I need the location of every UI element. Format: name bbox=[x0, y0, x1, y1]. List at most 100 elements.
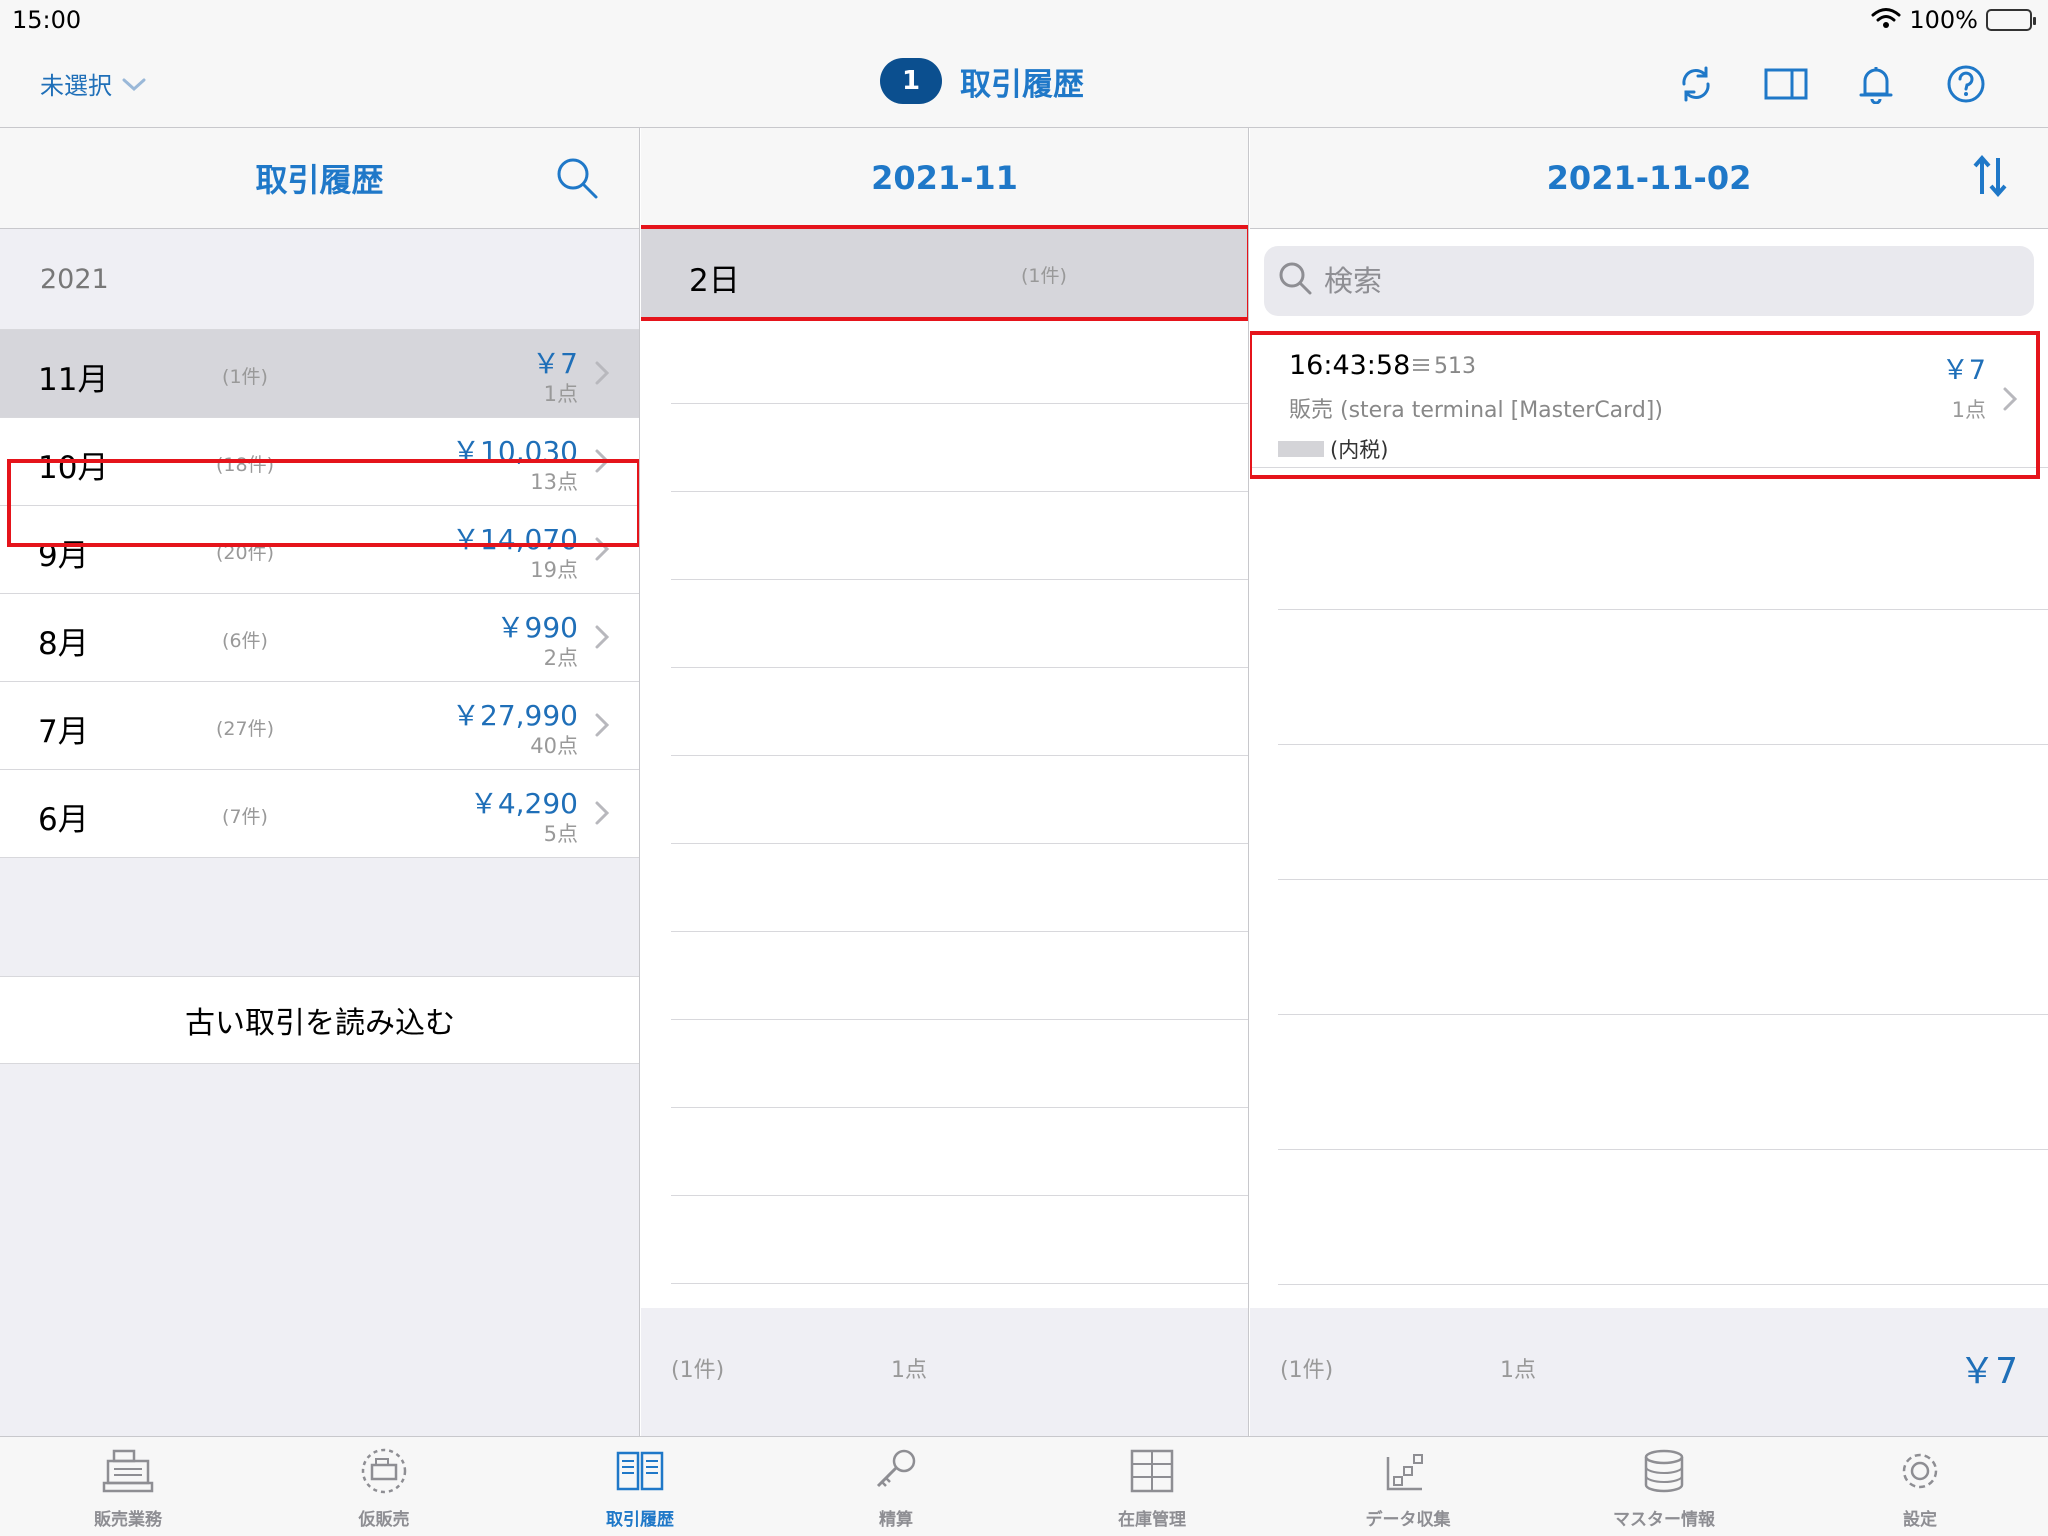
store-select-label: 未選択 bbox=[40, 72, 112, 100]
months-panel-header: 取引履歴 bbox=[0, 128, 639, 229]
month-row[interactable]: 9月 (20件) ￥14,070 19点 bbox=[0, 506, 639, 594]
search-input[interactable] bbox=[1324, 264, 2004, 298]
redacted-customer bbox=[1278, 441, 1324, 457]
row-separator bbox=[1278, 879, 2048, 880]
key-icon bbox=[870, 1447, 922, 1499]
receipt-lines-icon bbox=[1412, 354, 1430, 379]
tab-key[interactable]: 精算 bbox=[768, 1437, 1024, 1536]
register-icon bbox=[102, 1447, 154, 1499]
transaction-payment: 販売 (stera terminal [MasterCard]) bbox=[1289, 398, 1663, 423]
footer-count: (1件) bbox=[1280, 1358, 1334, 1383]
month-row[interactable]: 7月 (27件) ￥27,990 40点 bbox=[0, 682, 639, 770]
transaction-row[interactable]: 16:43:58 513 ￥7 販売 (stera terminal [Mast… bbox=[1250, 334, 2048, 468]
month-row[interactable]: 10月 (18件) ￥10,030 13点 bbox=[0, 418, 639, 506]
day-row[interactable]: 2日 (1件) bbox=[641, 229, 1248, 317]
load-old-transactions-button[interactable]: 古い取引を読み込む bbox=[0, 976, 639, 1064]
month-count: (27件) bbox=[215, 718, 274, 740]
tab-label: 在庫管理 bbox=[1118, 1510, 1186, 1530]
chevron-right-icon bbox=[2002, 386, 2018, 416]
refresh-icon[interactable] bbox=[1674, 62, 1718, 106]
pending-count-badge[interactable]: 1 bbox=[880, 58, 942, 104]
row-separator bbox=[1278, 1284, 2048, 1285]
nav-bar: 未選択 1 取引履歴 bbox=[0, 40, 2048, 128]
row-separator bbox=[671, 931, 1248, 932]
row-separator bbox=[671, 1019, 1248, 1020]
month-list: 11月 (1件) ￥7 1点 10月 (18件) ￥10,030 13点 9月 (20件) ￥14,… bbox=[0, 329, 639, 858]
month-amount: ￥10,030 bbox=[452, 435, 578, 468]
months-panel-title: 取引履歴 bbox=[255, 161, 384, 199]
months-panel: 取引履歴 2021 11月 (1件) ￥7 1点 10月 (18件) ￥10,030 13点 9… bbox=[0, 128, 640, 1436]
search-icon bbox=[1278, 261, 1312, 302]
day-count: (1件) bbox=[1021, 265, 1067, 287]
status-time: 15:00 bbox=[12, 6, 82, 34]
row-separator bbox=[1278, 744, 2048, 745]
month-amount: ￥14,070 bbox=[452, 523, 578, 556]
month-amount: ￥7 bbox=[532, 347, 578, 380]
footer-points: 1点 bbox=[1500, 1358, 1536, 1383]
tab-label: マスター情報 bbox=[1613, 1510, 1715, 1530]
temp-register-icon bbox=[358, 1447, 410, 1499]
row-separator bbox=[671, 1107, 1248, 1108]
month-row[interactable]: 8月 (6件) ￥990 2点 bbox=[0, 594, 639, 682]
month-points: 40点 bbox=[530, 734, 578, 758]
tab-data-collection[interactable]: データ収集 bbox=[1280, 1437, 1536, 1536]
row-separator bbox=[671, 843, 1248, 844]
tab-inventory-cabinet[interactable]: 在庫管理 bbox=[1024, 1437, 1280, 1536]
tab-bar: 販売業務 仮販売 取引履歴 精算 在庫管理 データ収集 マスター情報 設定 bbox=[0, 1436, 2048, 1536]
month-count: (6件) bbox=[222, 630, 268, 652]
row-separator bbox=[671, 667, 1248, 668]
tab-database[interactable]: マスター情報 bbox=[1536, 1437, 1792, 1536]
page-title: 取引履歴 bbox=[960, 66, 1084, 103]
split-view-icon[interactable] bbox=[1764, 62, 1808, 106]
tab-label: 販売業務 bbox=[94, 1510, 162, 1530]
month-amount: ￥990 bbox=[496, 611, 578, 644]
history-book-icon bbox=[614, 1447, 666, 1499]
chevron-right-icon bbox=[594, 800, 610, 830]
month-points: 5点 bbox=[543, 822, 578, 846]
days-panel-header: 2021-11 bbox=[641, 128, 1248, 229]
transaction-number: 513 bbox=[1412, 354, 1476, 379]
chevron-right-icon bbox=[594, 624, 610, 654]
month-label: 6月 bbox=[38, 802, 89, 838]
help-icon[interactable] bbox=[1944, 62, 1988, 106]
row-separator bbox=[671, 1283, 1248, 1284]
transaction-tax: (内税) bbox=[1278, 434, 1388, 464]
month-points: 13点 bbox=[530, 470, 578, 494]
year-section-header: 2021 bbox=[40, 264, 109, 295]
month-row[interactable]: 6月 (7件) ￥4,290 5点 bbox=[0, 770, 639, 858]
sort-icon[interactable] bbox=[1972, 154, 2008, 202]
battery-icon bbox=[1986, 9, 2036, 31]
month-label: 9月 bbox=[38, 538, 89, 574]
tab-temp-register[interactable]: 仮販売 bbox=[256, 1437, 512, 1536]
bell-icon[interactable] bbox=[1854, 62, 1898, 106]
status-bar: 15:00 100% bbox=[0, 0, 2048, 40]
tab-label: 仮販売 bbox=[358, 1510, 410, 1530]
tab-register[interactable]: 販売業務 bbox=[0, 1437, 256, 1536]
month-amount: ￥4,290 bbox=[469, 787, 578, 820]
chevron-right-icon bbox=[594, 712, 610, 742]
transactions-panel-header: 2021-11-02 bbox=[1250, 128, 2048, 229]
row-separator bbox=[671, 491, 1248, 492]
transaction-points: 1点 bbox=[1951, 398, 1986, 422]
chevron-right-icon bbox=[594, 360, 610, 390]
month-label: 7月 bbox=[38, 714, 89, 750]
footer-total: ￥7 bbox=[1959, 1351, 2018, 1392]
row-separator bbox=[1278, 1149, 2048, 1150]
search-field[interactable] bbox=[1264, 246, 2034, 316]
month-points: 1点 bbox=[543, 382, 578, 406]
tab-gear[interactable]: 設定 bbox=[1792, 1437, 2048, 1536]
transaction-number-value: 513 bbox=[1434, 354, 1476, 379]
day-label: 2日 bbox=[689, 263, 740, 299]
month-count: (7件) bbox=[222, 806, 268, 828]
month-row[interactable]: 11月 (1件) ￥7 1点 bbox=[0, 330, 639, 418]
tab-history-book[interactable]: 取引履歴 bbox=[512, 1437, 768, 1536]
transactions-panel: 2021-11-02 16:43:58 bbox=[1250, 128, 2048, 1436]
database-icon bbox=[1638, 1447, 1690, 1499]
search-icon[interactable] bbox=[555, 156, 599, 204]
tab-label: データ収集 bbox=[1365, 1510, 1451, 1530]
days-panel-footer: (1件) 1点 bbox=[641, 1308, 1248, 1436]
month-label: 10月 bbox=[38, 450, 109, 486]
store-select-button[interactable]: 未選択 bbox=[40, 66, 146, 101]
footer-points: 1点 bbox=[891, 1358, 927, 1383]
status-right: 100% bbox=[1871, 6, 2036, 34]
